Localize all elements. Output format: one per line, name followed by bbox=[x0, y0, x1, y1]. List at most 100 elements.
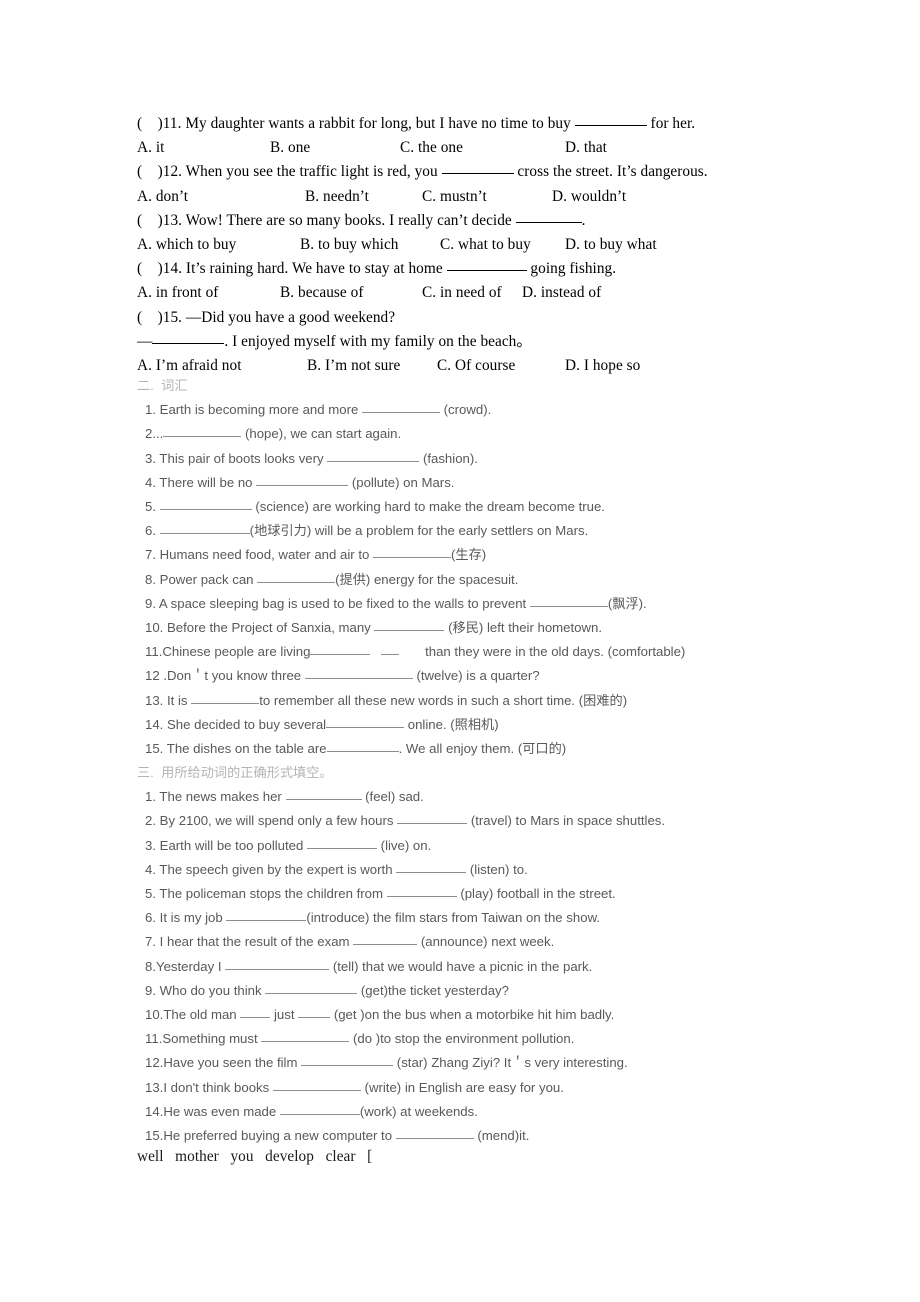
verb-form-heading: 三. 用所给动词的正确形式填空。 bbox=[137, 765, 333, 780]
text-run: (twelve) is a quarter? bbox=[412, 668, 540, 684]
mc-option[interactable]: A. in front of bbox=[137, 281, 218, 305]
text-run: 1. The news makes her bbox=[145, 789, 286, 805]
text-run: going fishing. bbox=[526, 260, 617, 278]
answer-blank[interactable] bbox=[515, 209, 582, 223]
text-run: 13.I don't think books bbox=[145, 1079, 273, 1095]
mc-option[interactable]: C. mustn’t bbox=[422, 185, 487, 209]
text-run: 5. The policeman stops the children from bbox=[145, 886, 387, 902]
answer-blank[interactable] bbox=[396, 861, 467, 873]
answer-blank[interactable] bbox=[225, 958, 330, 970]
word-bank-item[interactable]: develop bbox=[265, 1148, 314, 1166]
text-run: 15.He preferred buying a new computer to bbox=[145, 1128, 396, 1144]
answer-blank[interactable] bbox=[574, 112, 647, 126]
mc-option[interactable]: A. it bbox=[137, 136, 164, 160]
answer-blank[interactable] bbox=[353, 934, 418, 946]
answer-blank[interactable] bbox=[395, 1128, 474, 1140]
mc-option-row: A. in front of B. because of C. in need of… bbox=[137, 281, 837, 305]
answer-blank[interactable] bbox=[226, 910, 307, 922]
mc-option[interactable]: A. don’t bbox=[137, 185, 188, 209]
answer-blank[interactable] bbox=[159, 498, 252, 511]
answer-blank[interactable] bbox=[310, 644, 371, 656]
mc-question-answer-line: — . I enjoyed myself with my family on th… bbox=[137, 330, 837, 354]
answer-blank[interactable] bbox=[272, 1079, 361, 1091]
answer-blank[interactable] bbox=[163, 426, 242, 438]
verb-form-item: 11.Something must (do )to stop the envir… bbox=[145, 1027, 877, 1051]
answer-blank[interactable] bbox=[397, 813, 468, 825]
answer-blank[interactable] bbox=[386, 885, 457, 898]
answer-blank[interactable] bbox=[304, 668, 413, 680]
text-run bbox=[370, 644, 381, 659]
vocabulary-item: 4. There will be no (pollute) on Mars. bbox=[145, 471, 877, 495]
text-run: (提供) energy for the spacesuit. bbox=[335, 571, 519, 587]
word-bank-item[interactable]: you bbox=[230, 1148, 253, 1166]
answer-blank[interactable] bbox=[265, 982, 358, 994]
mc-question-stem: ( )14. It’s raining hard. We have to sta… bbox=[137, 257, 837, 281]
answer-blank[interactable] bbox=[361, 402, 440, 414]
vocabulary-item: 14. She decided to buy several online. (… bbox=[145, 713, 877, 737]
mc-option[interactable]: C. in need of bbox=[422, 281, 502, 305]
answer-blank[interactable] bbox=[285, 789, 362, 801]
text-run: 8. Power pack can bbox=[145, 571, 258, 587]
text-run: (feel) sad. bbox=[361, 789, 424, 805]
answer-blank[interactable] bbox=[326, 716, 405, 728]
mc-option[interactable]: D. that bbox=[565, 136, 607, 160]
verb-form-item: 15.He preferred buying a new computer to… bbox=[145, 1124, 877, 1148]
vocabulary-item: 3. This pair of boots looks very (fashio… bbox=[145, 447, 877, 471]
vocabulary-item: 5. (science) are working hard to make th… bbox=[145, 495, 877, 519]
answer-blank[interactable] bbox=[374, 619, 445, 632]
mc-option[interactable]: D. to buy what bbox=[565, 233, 657, 257]
text-run: ( )15. —Did you have a good weekend? bbox=[137, 308, 396, 326]
answer-blank[interactable] bbox=[446, 258, 527, 272]
vocabulary-item: 1. Earth is becoming more and more (crow… bbox=[145, 398, 877, 422]
answer-blank[interactable] bbox=[152, 330, 225, 344]
mc-option[interactable]: A. which to buy bbox=[137, 233, 236, 257]
mc-option[interactable]: B. needn’t bbox=[305, 185, 369, 209]
text-run: 11.Chinese people are living bbox=[145, 644, 311, 660]
verb-form-item: 13.I don't think books (write) in Englis… bbox=[145, 1076, 877, 1100]
word-bank-item[interactable]: well bbox=[137, 1148, 164, 1166]
answer-blank[interactable] bbox=[159, 523, 250, 535]
text-run: (fashion). bbox=[419, 450, 478, 466]
answer-blank[interactable] bbox=[191, 692, 260, 704]
answer-blank[interactable] bbox=[301, 1055, 394, 1067]
mc-option[interactable]: B. one bbox=[270, 136, 310, 160]
text-run: (announce) next week. bbox=[417, 934, 555, 950]
mc-option[interactable]: C. the one bbox=[400, 136, 463, 160]
text-run: 3. Earth will be too polluted bbox=[145, 837, 308, 853]
vocabulary-item: 6. (地球引力) will be a problem for the earl… bbox=[145, 519, 877, 543]
mc-option-row: A. which to buy B. to buy which C. what to… bbox=[137, 233, 837, 257]
text-run: cross the street. It’s dangerous. bbox=[513, 163, 708, 181]
word-bank-item[interactable]: mother bbox=[175, 1148, 219, 1166]
mc-option[interactable]: B. to buy which bbox=[300, 233, 398, 257]
text-run: 8.Yesterday I bbox=[145, 958, 226, 974]
answer-blank[interactable] bbox=[381, 644, 400, 656]
answer-blank[interactable] bbox=[307, 837, 378, 849]
mc-option-row: A. it B. one C. the one D. that bbox=[137, 136, 837, 160]
answer-blank[interactable] bbox=[327, 450, 420, 462]
mc-option[interactable]: B. because of bbox=[280, 281, 363, 305]
answer-blank[interactable] bbox=[441, 161, 514, 175]
text-run: 4. There will be no bbox=[145, 474, 257, 490]
text-run: (star) Zhang Ziyi? It＇s very interesting… bbox=[393, 1055, 628, 1071]
answer-blank[interactable] bbox=[373, 547, 451, 559]
word-bank-item[interactable]: clear bbox=[326, 1148, 356, 1166]
answer-blank[interactable] bbox=[298, 1006, 331, 1019]
answer-blank[interactable] bbox=[529, 595, 608, 607]
mc-option[interactable]: D. instead of bbox=[522, 281, 601, 305]
mc-option[interactable]: C. what to buy bbox=[440, 233, 531, 257]
answer-blank[interactable] bbox=[279, 1103, 360, 1115]
verb-form-item: 1. The news makes her (feel) sad. bbox=[145, 785, 877, 809]
answer-blank[interactable] bbox=[256, 474, 349, 486]
word-bank-item[interactable]: [ bbox=[367, 1148, 372, 1166]
text-run: 3. This pair of boots looks very bbox=[145, 450, 328, 466]
verb-form-item: 2. By 2100, we will spend only a few hou… bbox=[145, 809, 877, 833]
text-run: 9. Who do you think bbox=[145, 982, 266, 998]
text-run: (mend)it. bbox=[473, 1128, 530, 1144]
vocabulary-section: 二. 词汇 1. Earth is becoming more and more … bbox=[137, 374, 877, 761]
text-run: 9. A space sleeping bag is used to be fi… bbox=[145, 595, 530, 611]
answer-blank[interactable] bbox=[326, 741, 399, 753]
mc-option[interactable]: D. wouldn’t bbox=[552, 185, 626, 209]
answer-blank[interactable] bbox=[240, 1006, 271, 1019]
answer-blank[interactable] bbox=[261, 1031, 350, 1043]
answer-blank[interactable] bbox=[257, 571, 336, 583]
